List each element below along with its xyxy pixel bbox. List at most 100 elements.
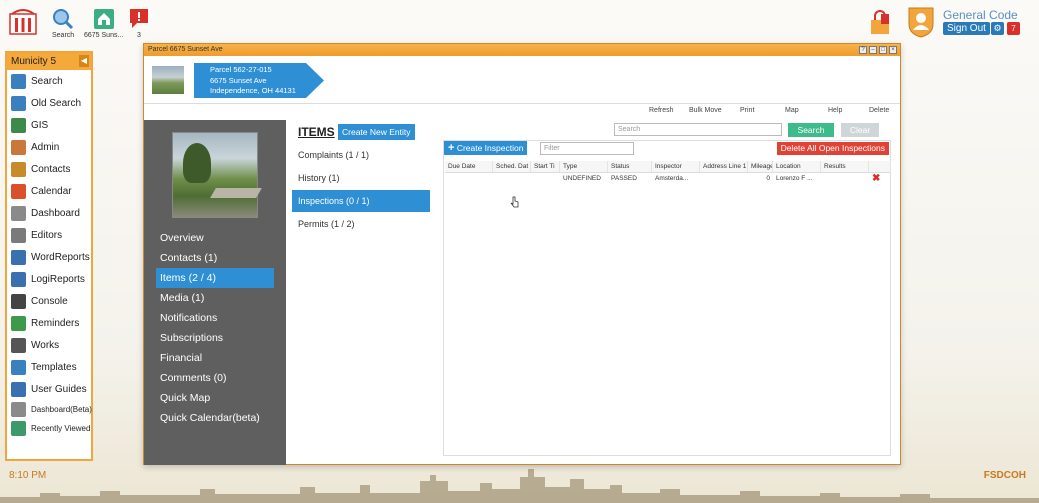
sidebar-item-label: User Guides [31,383,87,395]
table-cell [445,173,493,185]
search-icon [11,73,26,89]
entity-menu-media-1[interactable]: Media (1) [156,288,274,308]
guide-icon [11,381,26,397]
delete-all-open-inspections-button[interactable]: Delete All Open Inspections [776,142,889,155]
delete-button[interactable]: Delete [869,107,889,114]
template-icon [11,359,26,375]
minimize-icon[interactable]: – [869,46,877,54]
entity-menu-overview[interactable]: Overview [156,228,274,248]
sidebar-item-label: WordReports [31,251,90,263]
help-window-icon[interactable]: ? [859,46,867,54]
table-row[interactable]: UNDEFINED PASSED Amsterda... 0 Lorenzo F ...… [445,173,891,185]
clear-button[interactable]: Clear [841,123,879,137]
items-tab-inspections-0-1[interactable]: Inspections (0 / 1) [292,190,430,212]
column-header[interactable]: Inspector [652,161,700,172]
column-header[interactable]: Type [560,161,608,172]
window-title-bar[interactable]: Parcel 6675 Sunset Ave ? – □ × [144,44,900,56]
sidebar-item-editors[interactable]: Editors [7,224,91,246]
column-header[interactable]: Sched. Dat [493,161,531,172]
settings-gear-icon[interactable]: ⚙ [991,22,1004,35]
sidebar-item-dashboard[interactable]: Dashboard [7,202,91,224]
search-icon [53,9,74,30]
items-tab-complaints-1-1[interactable]: Complaints (1 / 1) [292,144,430,166]
print-button[interactable]: Print [740,107,754,114]
search-input[interactable]: Search [614,123,782,136]
sidebar-item-console[interactable]: Console [7,290,91,312]
entity-menu-notifications[interactable]: Notifications [156,308,274,328]
mouse-cursor-icon [510,196,519,208]
sidebar-item-admin[interactable]: Admin [7,136,91,158]
left-navigation: Municity 5 ◀ Search Old Search GIS Admin Con… [5,51,93,461]
map-button[interactable]: Map [785,107,799,114]
column-header[interactable]: Location [773,161,821,172]
entity-menu-comments-0[interactable]: Comments (0) [156,368,274,388]
sidebar-item-wordreports[interactable]: WordReports [7,246,91,268]
sidebar-item-contacts[interactable]: Contacts [7,158,91,180]
column-header[interactable]: Due Date [445,161,493,172]
column-header[interactable]: Mileage [748,161,773,172]
sidebar-item-templates[interactable]: Templates [7,356,91,378]
column-header[interactable]: Status [608,161,652,172]
sidebar-item-calendar[interactable]: Calendar [7,180,91,202]
sidebar-item-recently-viewed[interactable]: Recently Viewed [7,419,91,438]
house-icon [93,9,114,29]
lock-icon[interactable] [869,10,891,36]
editor-icon [11,227,26,243]
column-header[interactable]: Start Ti [531,161,560,172]
search-button[interactable]: Search [788,123,834,137]
sidebar-item-logireports[interactable]: LogiReports [7,268,91,290]
parcel-header: Parcel 562-27-015 6675 Sunset Ave Indepe… [144,56,900,104]
table-cell: Lorenzo F ... [776,175,813,182]
maximize-icon[interactable]: □ [879,46,887,54]
top-search-button[interactable]: Search [52,8,74,39]
sidebar-item-label: Templates [31,361,77,373]
refresh-button[interactable]: Refresh [649,107,674,114]
table-cell: Amsterda... [655,175,689,182]
close-icon[interactable]: × [889,46,897,54]
municity-logo-icon[interactable] [8,6,38,36]
top-alerts-button[interactable]: 3 [129,8,149,39]
create-inspection-button[interactable]: + Create Inspection [444,141,528,155]
sidebar-item-label: Console [31,295,68,307]
entity-menu-financial[interactable]: Financial [156,348,274,368]
bulk-move-button[interactable]: Bulk Move [689,107,722,114]
collapse-left-icon[interactable]: ◀ [79,55,89,67]
sidebar-item-old-search[interactable]: Old Search [7,92,91,114]
entity-menu-subscriptions[interactable]: Subscriptions [156,328,274,348]
sidebar-item-search[interactable]: Search [7,70,91,92]
entity-menu-quick-map[interactable]: Quick Map [156,388,274,408]
sidebar-item-label: Dashboard(Beta) [31,405,92,414]
notification-count-badge[interactable]: 7 [1007,22,1020,35]
entity-menu-quick-calendar-beta[interactable]: Quick Calendar(beta) [156,408,274,428]
sidebar-item-gis[interactable]: GIS [7,114,91,136]
sidebar-item-label: Search [31,75,63,87]
plus-icon: + [448,142,455,154]
alert-icon [130,9,148,28]
clock-icon [11,315,26,331]
create-new-entity-button[interactable]: Create New Entity [338,124,415,140]
property-photo[interactable] [172,132,262,218]
entity-menu-items-2-4[interactable]: Items (2 / 4) [156,268,274,288]
parcel-info: Parcel 562-27-015 6675 Sunset Ave Indepe… [210,65,296,95]
sidebar-item-label: Recently Viewed [31,424,91,433]
column-header[interactable]: Address Line 1 [700,161,748,172]
column-header[interactable]: Results [821,161,869,172]
sidebar-item-dashboard-beta[interactable]: Dashboard(Beta) [7,400,92,419]
items-tab-history-1[interactable]: History (1) [292,167,430,189]
sidebar-item-works[interactable]: Works [7,334,91,356]
items-tab-permits-1-2[interactable]: Permits (1 / 2) [292,213,430,235]
table-cell: UNDEFINED [563,175,601,182]
sign-out-button[interactable]: Sign Out [943,22,990,35]
sidebar-item-user-guides[interactable]: User Guides [7,378,91,400]
report-icon [11,271,26,287]
help-button[interactable]: Help [828,107,842,114]
top-parcel-button[interactable]: 6675 Suns... [84,8,123,39]
filter-input[interactable]: Filter [540,142,634,155]
column-header[interactable] [869,161,891,172]
parcel-thumbnail[interactable] [152,66,184,94]
sidebar-item-reminders[interactable]: Reminders [7,312,91,334]
delete-row-icon[interactable]: ✖ [872,173,880,184]
sidebar-item-label: Dashboard [31,207,80,219]
entity-menu-contacts-1[interactable]: Contacts (1) [156,248,274,268]
avatar[interactable] [907,6,935,38]
